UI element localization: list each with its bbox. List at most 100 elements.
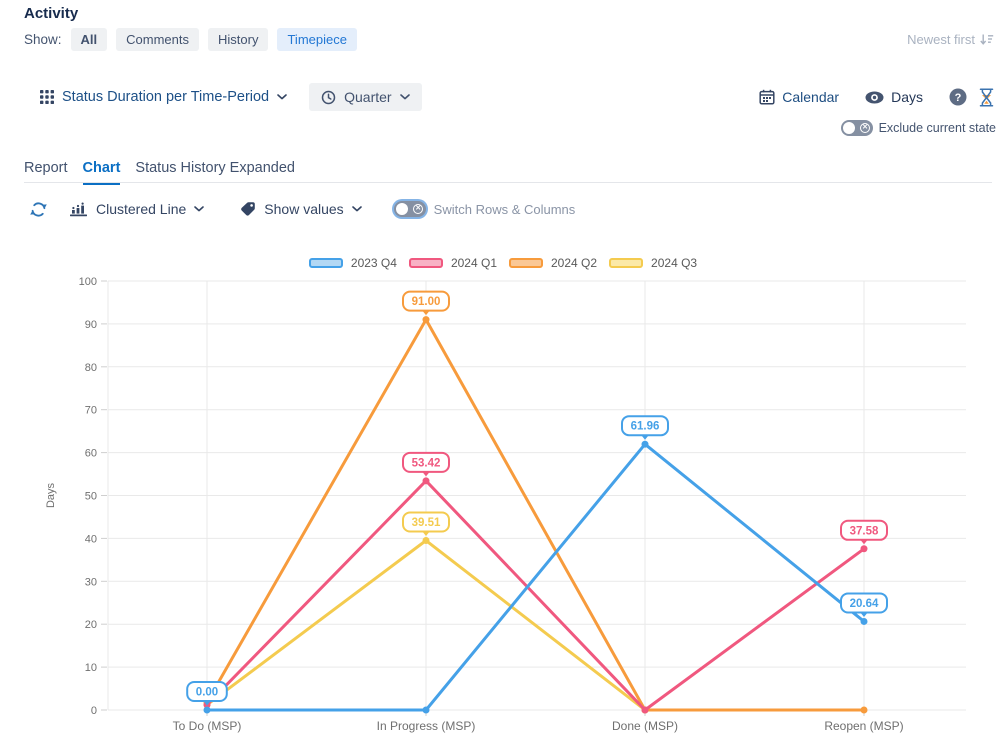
refresh-icon[interactable] xyxy=(30,201,47,218)
report-type-label: Status Duration per Time-Period xyxy=(62,89,269,105)
x-category-label: Done (MSP) xyxy=(612,719,678,733)
chevron-down-icon xyxy=(194,206,204,212)
y-tick-label: 20 xyxy=(85,619,97,631)
toolbar-right: Calendar Days ? xyxy=(759,88,994,107)
toggle-x-icon: ✕ xyxy=(860,123,870,133)
show-label: Show: xyxy=(24,32,62,47)
chevron-down-icon xyxy=(400,94,410,100)
chart-point-2024-q2[interactable] xyxy=(423,316,430,323)
switch-rows-columns-group: ✕ Switch Rows & Columns xyxy=(394,201,576,217)
chart-point-2024-q3[interactable] xyxy=(423,537,430,544)
unit-label: Days xyxy=(891,89,923,105)
chart-point-2024-q2[interactable] xyxy=(861,707,868,714)
x-category-label: Reopen (MSP) xyxy=(824,719,903,733)
y-tick-label: 70 xyxy=(85,405,97,417)
sort-control[interactable]: Newest first xyxy=(907,32,994,47)
chart-point-2023-q4[interactable] xyxy=(642,441,649,448)
svg-text:?: ? xyxy=(955,92,962,104)
switch-rows-columns-toggle[interactable]: ✕ xyxy=(394,201,426,217)
clock-icon xyxy=(321,90,336,105)
show-values-label: Show values xyxy=(264,201,343,217)
eye-icon xyxy=(865,91,884,104)
toggle-x-icon: ✕ xyxy=(413,204,423,214)
legend-item-2024-q1[interactable]: 2024 Q1 xyxy=(409,256,497,270)
chart-line-2023-q4 xyxy=(207,444,864,710)
activity-filter-row: Show: All Comments History Timepiece New… xyxy=(24,28,994,51)
tabs-divider xyxy=(24,182,992,183)
toggle-knob xyxy=(396,203,408,215)
chart-point-2023-q4[interactable] xyxy=(204,707,211,714)
legend-swatch xyxy=(409,258,443,268)
hourglass-icon[interactable] xyxy=(979,88,994,107)
grid-icon xyxy=(40,90,54,104)
chart-legend: 2023 Q4 2024 Q1 2024 Q2 2024 Q3 xyxy=(0,256,1006,270)
calendar-icon xyxy=(759,89,775,105)
y-tick-label: 100 xyxy=(79,276,97,288)
y-tick-label: 80 xyxy=(85,362,97,374)
show-values-dropdown[interactable]: Show values xyxy=(240,201,361,217)
legend-swatch xyxy=(309,258,343,268)
legend-label: 2024 Q2 xyxy=(551,256,597,270)
legend-label: 2023 Q4 xyxy=(351,256,397,270)
x-category-label: To Do (MSP) xyxy=(173,719,242,733)
y-tick-label: 40 xyxy=(85,533,97,545)
filter-all-button[interactable]: All xyxy=(71,28,108,51)
sort-descending-icon xyxy=(980,33,994,46)
value-label-text: 39.51 xyxy=(412,517,441,529)
value-label-text: 20.64 xyxy=(850,598,879,610)
chart-point-2024-q1[interactable] xyxy=(642,707,649,714)
value-label-text: 91.00 xyxy=(412,296,441,308)
y-tick-label: 30 xyxy=(85,576,97,588)
legend-label: 2024 Q1 xyxy=(451,256,497,270)
toolbar-icons: ? xyxy=(949,88,994,107)
legend-swatch xyxy=(509,258,543,268)
calendar-button[interactable]: Calendar xyxy=(759,89,839,105)
report-toolbar: Status Duration per Time-Period Quarter xyxy=(40,84,994,110)
unit-selector[interactable]: Days xyxy=(865,89,923,105)
chart-toolbar: Clustered Line Show values ✕ Switch Rows… xyxy=(30,197,575,221)
legend-swatch xyxy=(609,258,643,268)
chart-point-2023-q4[interactable] xyxy=(423,707,430,714)
filter-history-button[interactable]: History xyxy=(208,28,268,51)
period-label: Quarter xyxy=(344,89,391,105)
switch-rows-columns-label: Switch Rows & Columns xyxy=(434,202,576,217)
legend-label: 2024 Q3 xyxy=(651,256,697,270)
exclude-current-state-label: Exclude current state xyxy=(879,121,996,135)
page-title: Activity xyxy=(24,5,78,22)
calendar-label: Calendar xyxy=(782,89,839,105)
y-tick-label: 60 xyxy=(85,448,97,460)
chart-line-2024-q2 xyxy=(207,320,864,710)
help-icon[interactable]: ? xyxy=(949,88,967,106)
chevron-down-icon xyxy=(352,206,362,212)
sort-label: Newest first xyxy=(907,32,975,47)
chart-point-2023-q4[interactable] xyxy=(861,618,868,625)
exclude-current-state-toggle[interactable]: ✕ xyxy=(841,120,873,136)
legend-item-2024-q2[interactable]: 2024 Q2 xyxy=(509,256,597,270)
toggle-knob xyxy=(843,122,855,134)
y-tick-label: 0 xyxy=(91,705,97,717)
filter-timepiece-button[interactable]: Timepiece xyxy=(277,28,356,51)
period-dropdown[interactable]: Quarter xyxy=(309,83,421,111)
value-label-text: 37.58 xyxy=(850,525,879,537)
chart-type-label: Clustered Line xyxy=(96,201,186,217)
y-axis-title: Days xyxy=(45,482,57,508)
value-label-text: 0.00 xyxy=(196,687,218,699)
chart-point-2024-q1[interactable] xyxy=(423,477,430,484)
activity-panel: Activity Show: All Comments History Time… xyxy=(0,0,1006,747)
chart-point-2024-q1[interactable] xyxy=(861,545,868,552)
chart-type-dropdown[interactable]: Clustered Line xyxy=(69,201,204,217)
report-type-dropdown[interactable]: Status Duration per Time-Period xyxy=(40,89,287,105)
legend-item-2023-q4[interactable]: 2023 Q4 xyxy=(309,256,397,270)
y-tick-label: 50 xyxy=(85,491,97,503)
value-label-text: 53.42 xyxy=(412,457,441,469)
x-category-label: In Progress (MSP) xyxy=(377,719,476,733)
chevron-down-icon xyxy=(277,94,287,100)
value-label-text: 61.96 xyxy=(631,421,660,433)
status-duration-chart[interactable]: 0102030405060708090100To Do (MSP)In Prog… xyxy=(0,248,1006,747)
exclude-current-state-row: ✕ Exclude current state xyxy=(841,120,996,136)
tag-icon xyxy=(240,201,256,217)
y-tick-label: 90 xyxy=(85,319,97,331)
filter-comments-button[interactable]: Comments xyxy=(116,28,199,51)
legend-item-2024-q3[interactable]: 2024 Q3 xyxy=(609,256,697,270)
bar-chart-icon xyxy=(69,202,88,217)
